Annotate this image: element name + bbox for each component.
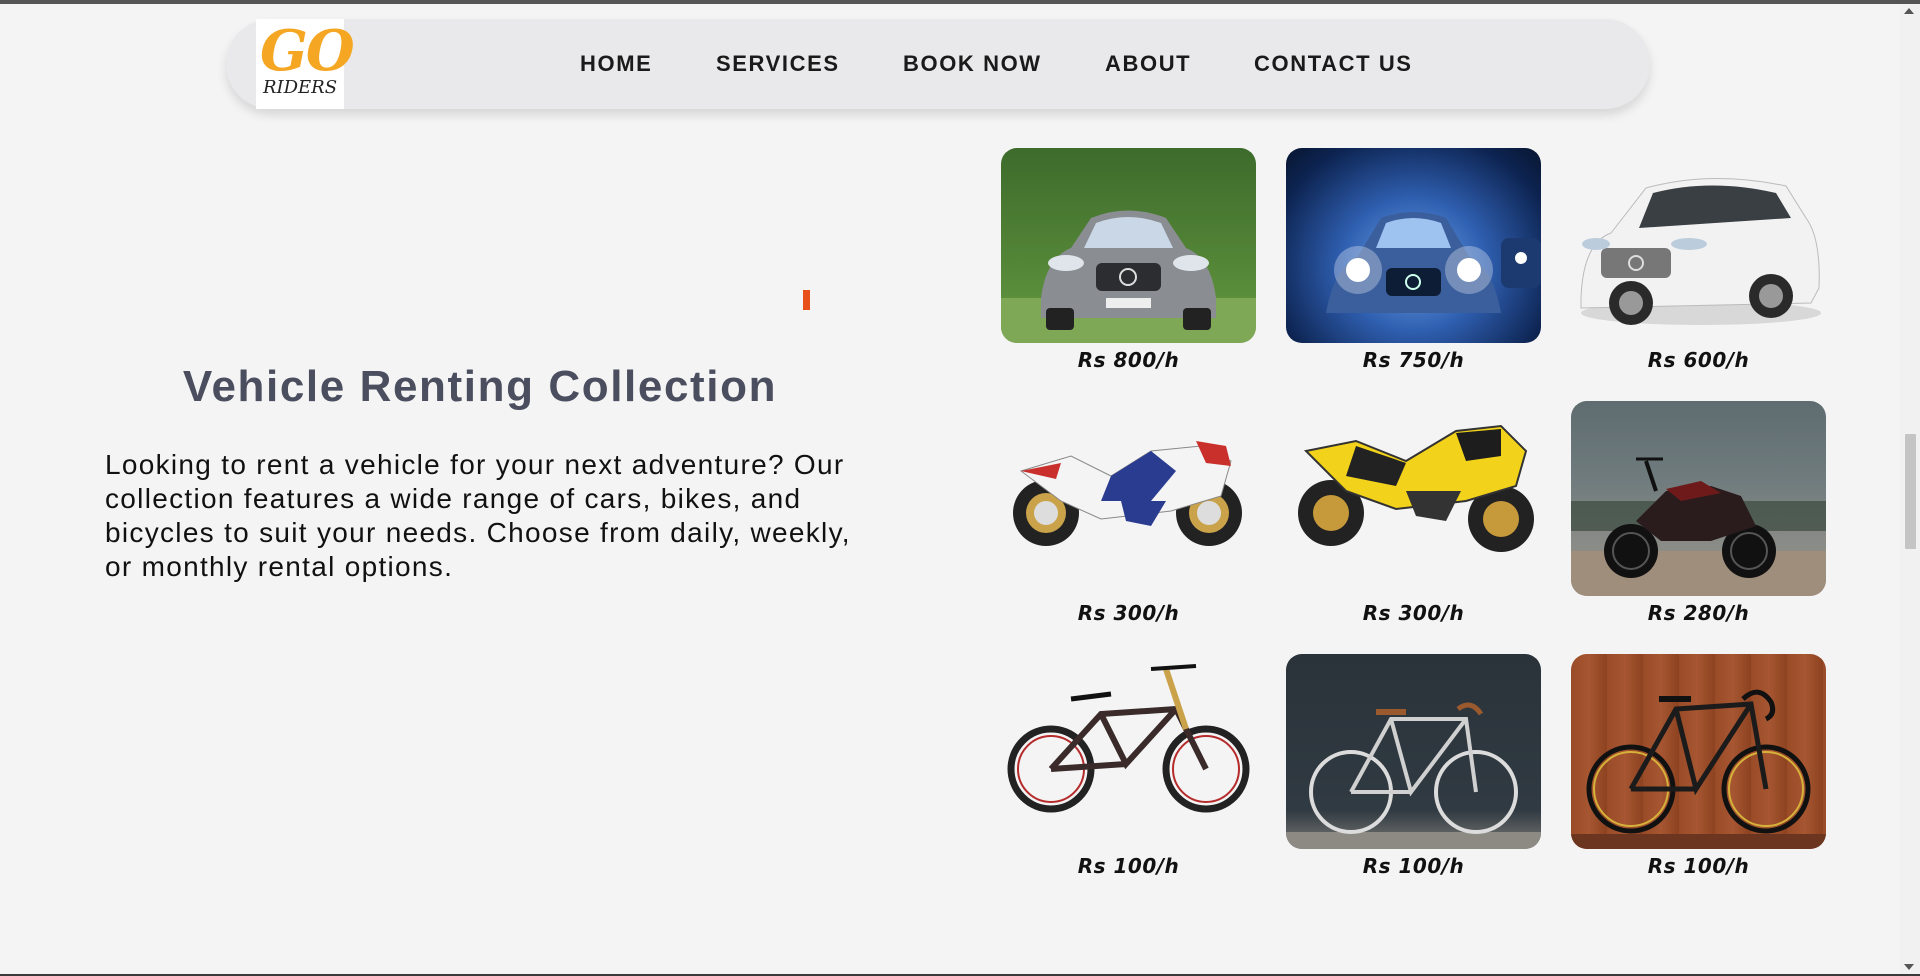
vehicle-card[interactable]: Rs 800/h: [1001, 148, 1256, 372]
price-label: Rs 100/h: [1362, 854, 1465, 878]
logo-go-text: GO: [260, 18, 355, 84]
price-label: Rs 300/h: [1362, 601, 1465, 625]
price-label: Rs 280/h: [1647, 601, 1750, 625]
nav-book-now[interactable]: BOOK NOW: [903, 49, 1042, 79]
collection-description: Looking to rent a vehicle for your next …: [105, 449, 851, 582]
gravel-bicycle-image[interactable]: [1571, 654, 1826, 849]
sport-bike-image[interactable]: [1286, 401, 1541, 596]
vehicle-card[interactable]: Rs 300/h: [1001, 401, 1256, 625]
nav-about[interactable]: ABOUT: [1105, 49, 1191, 79]
sport-bike-image[interactable]: [1001, 401, 1256, 596]
car-image[interactable]: [1001, 148, 1256, 343]
nav-services[interactable]: SERVICES: [716, 49, 840, 79]
navbar: GO RIDERS HOME SERVICES BOOK NOW ABOUT C…: [226, 19, 1650, 109]
vehicle-card[interactable]: Rs 100/h: [1001, 654, 1256, 878]
vehicle-card[interactable]: Rs 750/h: [1286, 148, 1541, 372]
mountain-bicycle-image[interactable]: [1001, 654, 1256, 849]
vehicle-card[interactable]: Rs 100/h: [1286, 654, 1541, 878]
vehicle-card[interactable]: Rs 300/h: [1286, 401, 1541, 625]
price-label: Rs 800/h: [1077, 348, 1180, 372]
price-label: Rs 300/h: [1077, 601, 1180, 625]
vehicle-card[interactable]: Rs 600/h: [1571, 148, 1826, 372]
scroll-thumb[interactable]: [1905, 434, 1916, 549]
price-label: Rs 600/h: [1647, 348, 1750, 372]
road-bicycle-image[interactable]: [1286, 654, 1541, 849]
nav-contact-us[interactable]: CONTACT US: [1254, 49, 1413, 79]
logo-riders-text: RIDERS: [262, 77, 338, 98]
suv-image[interactable]: [1571, 148, 1826, 343]
scroll-down-arrow-icon[interactable]: [1904, 964, 1914, 970]
accent-mark: [803, 290, 810, 310]
price-label: Rs 100/h: [1647, 854, 1750, 878]
cruiser-bike-image[interactable]: [1571, 401, 1826, 596]
page-title: Vehicle Renting Collection: [182, 362, 778, 411]
go-riders-logo[interactable]: GO RIDERS: [256, 18, 355, 109]
price-label: Rs 100/h: [1077, 854, 1180, 878]
vehicle-card[interactable]: Rs 280/h: [1571, 401, 1826, 625]
nav-home[interactable]: HOME: [580, 49, 652, 79]
window-top-border: [0, 0, 1920, 4]
scroll-up-arrow-icon[interactable]: [1904, 8, 1914, 14]
vehicle-card[interactable]: Rs 100/h: [1571, 654, 1826, 878]
car-image[interactable]: [1286, 148, 1541, 343]
price-label: Rs 750/h: [1362, 348, 1465, 372]
page-scrollbar[interactable]: [1900, 4, 1920, 974]
